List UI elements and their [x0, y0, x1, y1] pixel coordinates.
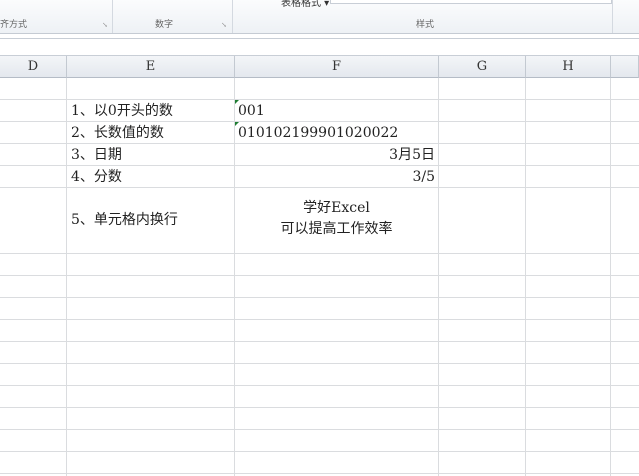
- group-number: 数字: [155, 20, 174, 30]
- number-launcher-icon[interactable]: ↘: [221, 21, 227, 29]
- cell-f5-line2: 可以提高工作效率: [280, 221, 393, 237]
- cell-f5[interactable]: 学好Excel 可以提高工作效率: [235, 198, 438, 240]
- column-header-f[interactable]: F: [235, 56, 439, 78]
- column-header-h[interactable]: H: [526, 56, 611, 78]
- column-header-g[interactable]: G: [439, 56, 526, 78]
- cell-e3[interactable]: 3、日期: [71, 144, 122, 166]
- cell-f3[interactable]: 3月5日: [389, 144, 435, 166]
- ribbon: 齐方式 ↘ 数字 ↘ 表格格式 ▾ 样式: [0, 0, 639, 34]
- formula-bar[interactable]: [0, 38, 639, 56]
- alignment-launcher-icon[interactable]: ↘: [102, 21, 108, 29]
- cell-f5-line1: 学好Excel: [303, 200, 370, 216]
- table-format-button[interactable]: 表格格式 ▾: [281, 0, 329, 9]
- cell-e1[interactable]: 1、以0开头的数: [71, 100, 173, 122]
- worksheet-grid[interactable]: 1、以0开头的数 001 2、长数值的数 010102199901020022 …: [0, 78, 639, 476]
- column-header-d[interactable]: D: [0, 56, 67, 78]
- cell-styles-gallery[interactable]: [330, 0, 612, 4]
- cell-f1[interactable]: 001: [238, 100, 265, 122]
- cell-f4[interactable]: 3/5: [412, 166, 435, 188]
- cell-e5[interactable]: 5、单元格内换行: [71, 209, 178, 231]
- group-alignment: 齐方式: [0, 20, 28, 30]
- cell-e4[interactable]: 4、分数: [71, 166, 122, 188]
- column-header-i[interactable]: [611, 56, 639, 78]
- cell-e2[interactable]: 2、长数值的数: [71, 122, 164, 144]
- cell-f2[interactable]: 010102199901020022: [238, 122, 398, 144]
- column-header-e[interactable]: E: [67, 56, 235, 78]
- group-styles: 样式: [416, 20, 435, 30]
